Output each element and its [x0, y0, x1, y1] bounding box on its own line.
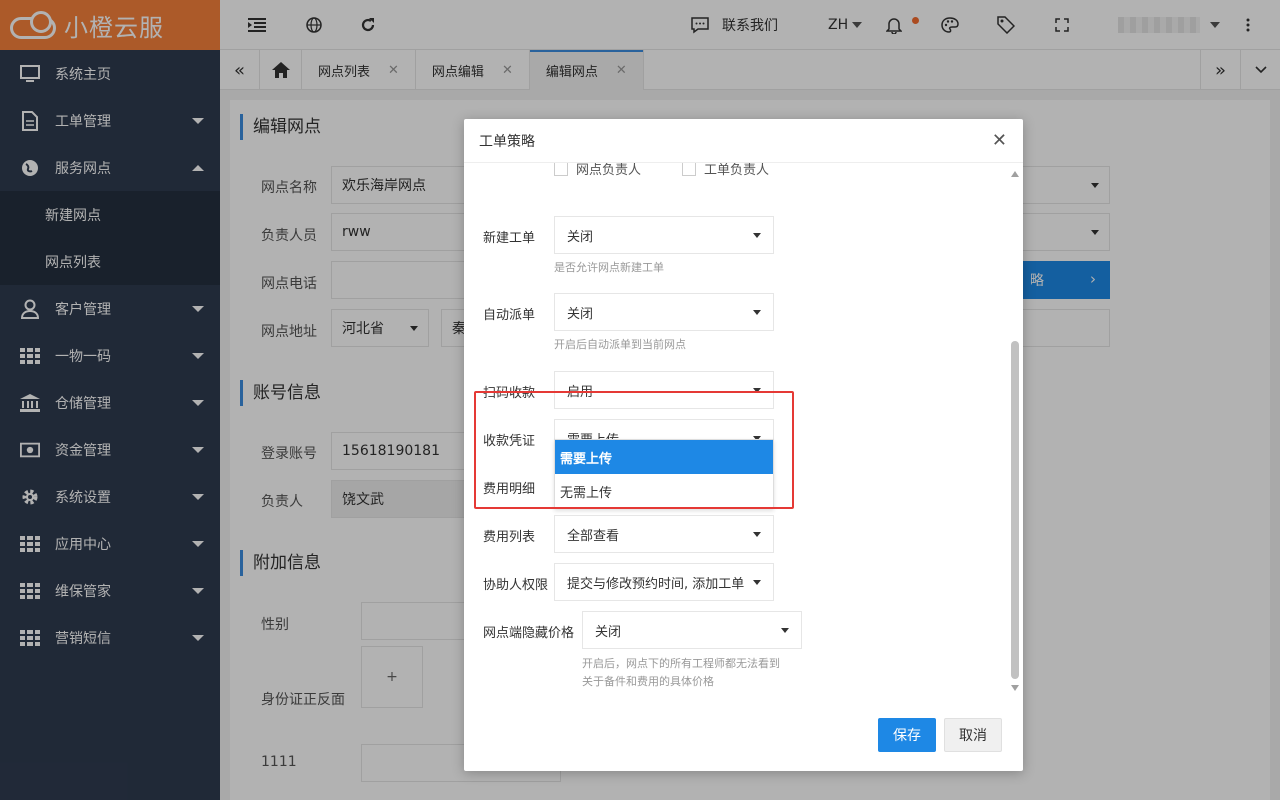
checkbox-order-owner[interactable]: 工单负责人: [682, 163, 769, 178]
close-icon[interactable]: ✕: [992, 132, 1007, 150]
dialog-title: 工单策略: [479, 133, 535, 150]
cancel-button[interactable]: 取消: [944, 718, 1002, 752]
field-label: 新建工单: [483, 231, 536, 246]
checkbox-icon: [682, 163, 696, 176]
select-value: 关闭: [567, 229, 594, 245]
select-value: 提交与修改预约时间, 添加工单: [567, 576, 745, 592]
checkbox-point-owner[interactable]: 网点负责人: [554, 163, 641, 178]
scroll-down-icon[interactable]: [1011, 685, 1019, 691]
checkbox-icon: [554, 163, 568, 176]
scroll-up-icon[interactable]: [1011, 171, 1019, 177]
highlight-box: [474, 391, 794, 509]
field-hint: 关于备件和费用的具体价格: [582, 675, 714, 688]
field-hint: 是否允许网点新建工单: [554, 261, 664, 274]
checkbox-label: 网点负责人: [576, 163, 642, 178]
save-button[interactable]: 保存: [878, 718, 936, 752]
field-hint: 开启后，网点下的所有工程师都无法看到: [582, 657, 780, 670]
select-value: 全部查看: [567, 528, 620, 544]
helper-permission-select[interactable]: 提交与修改预约时间, 添加工单: [554, 563, 774, 601]
field-label: 自动派单: [483, 308, 536, 323]
scrollbar-thumb[interactable]: [1011, 341, 1019, 679]
dialog-header: 工单策略 ✕: [464, 119, 1023, 163]
field-label: 网点端隐藏价格: [483, 626, 575, 641]
new-order-select[interactable]: 关闭: [554, 216, 774, 254]
auto-dispatch-select[interactable]: 关闭: [554, 293, 774, 331]
select-value: 关闭: [595, 624, 622, 640]
select-value: 关闭: [567, 306, 594, 322]
checkbox-label: 工单负责人: [704, 163, 770, 178]
field-label: 费用列表: [483, 530, 536, 545]
dialog-scrollbar[interactable]: [1011, 171, 1019, 691]
field-hint: 开启后自动派单到当前网点: [554, 338, 686, 351]
field-label: 协助人权限: [483, 578, 549, 593]
fee-list-select[interactable]: 全部查看: [554, 515, 774, 553]
hide-price-select[interactable]: 关闭: [582, 611, 802, 649]
